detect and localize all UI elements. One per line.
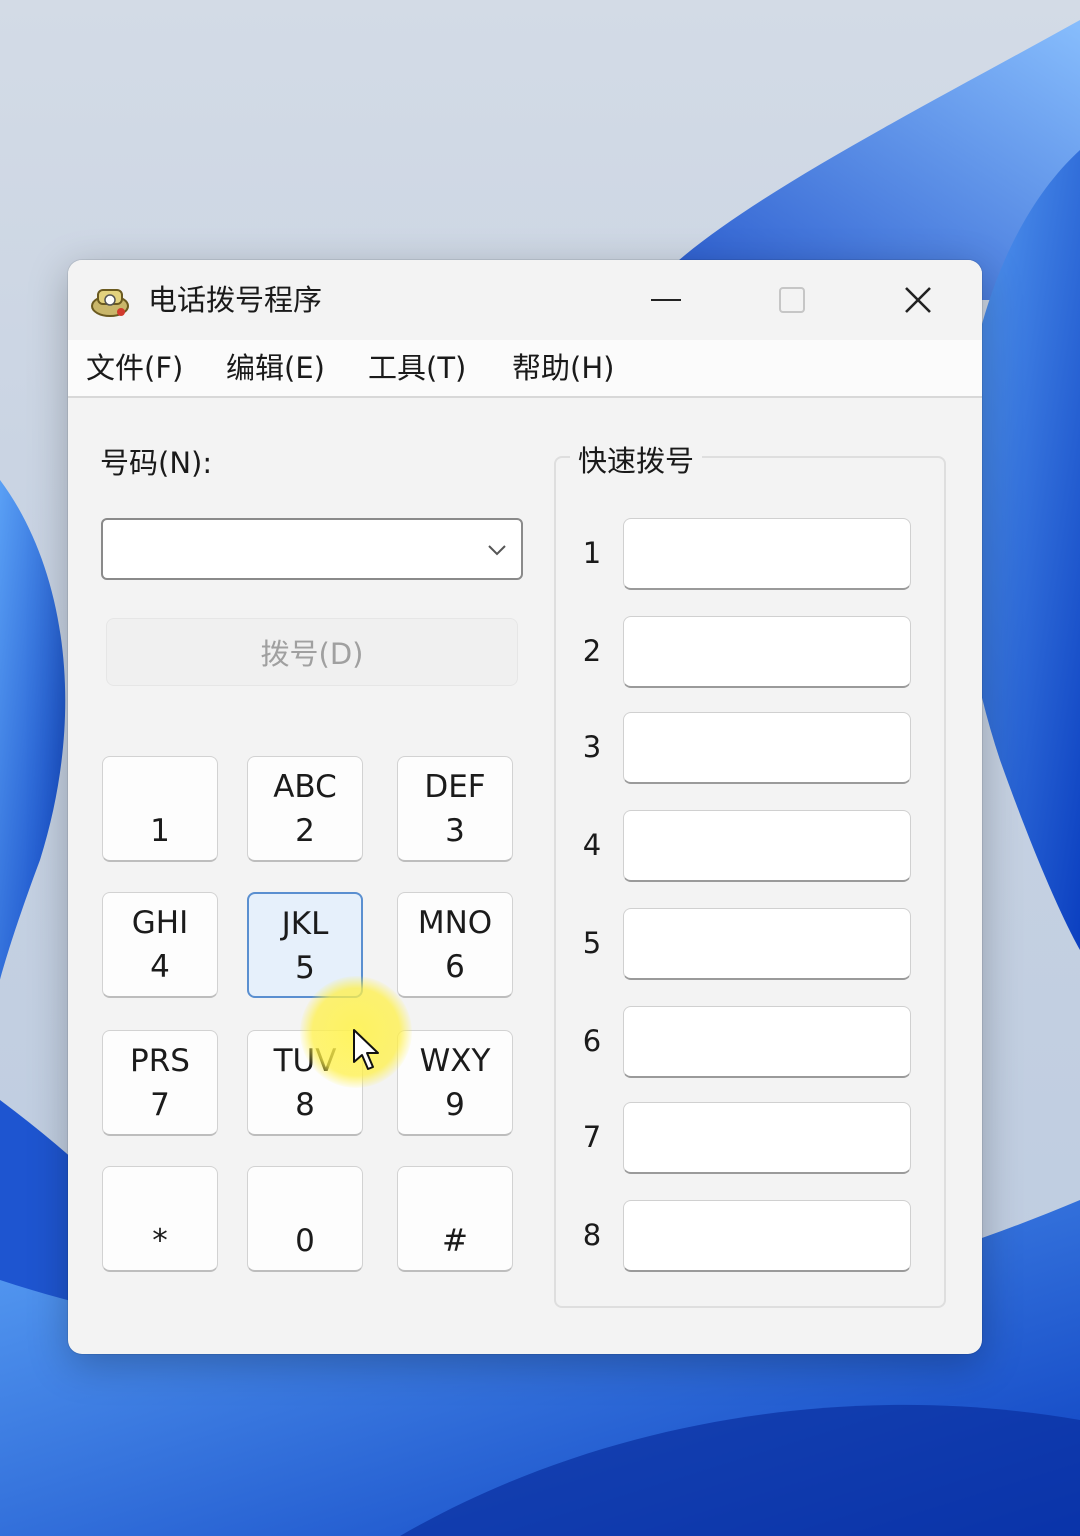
speed-dial-number: 4 bbox=[582, 828, 602, 862]
phone-dialer-app-icon bbox=[91, 289, 129, 317]
key-digit: 3 bbox=[445, 813, 465, 849]
number-combobox[interactable] bbox=[101, 518, 523, 580]
key-digit: 1 bbox=[150, 813, 170, 849]
mouse-pointer-icon bbox=[353, 1029, 379, 1070]
key-digit: 7 bbox=[150, 1087, 170, 1123]
speed-dial-button-8[interactable] bbox=[623, 1200, 911, 1272]
key-digit: 9 bbox=[445, 1087, 465, 1123]
minimize-button[interactable] bbox=[604, 260, 728, 340]
speed-dial-button-2[interactable] bbox=[623, 616, 911, 688]
key-digit: 4 bbox=[150, 949, 170, 985]
key-letters: DEF bbox=[424, 769, 486, 805]
menu-tools[interactable]: 工具(T) bbox=[368, 348, 466, 388]
speed-dial-number: 3 bbox=[582, 730, 602, 764]
menu-help[interactable]: 帮助(H) bbox=[512, 348, 614, 388]
dial-button[interactable]: 拨号(D) bbox=[106, 618, 518, 686]
phone-dialer-window: 电话拨号程序 文件(F) 编辑(E) 工具(T) 帮助(H) 号码(N): 拨号… bbox=[68, 260, 982, 1354]
keypad-key-6[interactable]: MNO 6 bbox=[397, 892, 513, 998]
maximize-icon bbox=[779, 287, 805, 313]
speed-dial-button-7[interactable] bbox=[623, 1102, 911, 1174]
speed-dial-title: 快速拨号 bbox=[570, 438, 703, 480]
close-button[interactable] bbox=[856, 260, 980, 340]
number-label: 号码(N): bbox=[100, 446, 213, 480]
window-title: 电话拨号程序 bbox=[148, 283, 323, 317]
keypad-key-1[interactable]: 1 bbox=[102, 756, 218, 862]
key-letters: WXY bbox=[419, 1043, 491, 1079]
speed-dial-number: 8 bbox=[582, 1218, 602, 1252]
key-letters: JKL bbox=[281, 906, 329, 942]
key-letters: MNO bbox=[417, 905, 493, 941]
key-digit: 0 bbox=[295, 1223, 315, 1259]
keypad-key-2[interactable]: ABC 2 bbox=[247, 756, 363, 862]
key-digit: 2 bbox=[295, 813, 315, 849]
key-digit: 8 bbox=[295, 1087, 315, 1123]
speed-dial-number: 7 bbox=[582, 1120, 602, 1154]
key-digit: 6 bbox=[445, 949, 465, 985]
key-letters: PRS bbox=[130, 1043, 190, 1079]
keypad-key-7[interactable]: PRS 7 bbox=[102, 1030, 218, 1136]
speed-dial-button-1[interactable] bbox=[623, 518, 911, 590]
key-letters: ABC bbox=[273, 769, 337, 805]
minimize-icon bbox=[651, 299, 681, 301]
keypad-key-star[interactable]: * bbox=[102, 1166, 218, 1272]
menu-edit[interactable]: 编辑(E) bbox=[226, 348, 325, 388]
key-digit: # bbox=[442, 1223, 468, 1259]
key-digit: * bbox=[152, 1223, 168, 1259]
speed-dial-button-5[interactable] bbox=[623, 908, 911, 980]
speed-dial-button-6[interactable] bbox=[623, 1006, 911, 1078]
close-icon bbox=[905, 287, 931, 313]
keypad-key-4[interactable]: GHI 4 bbox=[102, 892, 218, 998]
chevron-down-icon[interactable] bbox=[485, 538, 509, 562]
maximize-button[interactable] bbox=[730, 260, 854, 340]
speed-dial-number: 5 bbox=[582, 926, 602, 960]
speed-dial-button-4[interactable] bbox=[623, 810, 911, 882]
speed-dial-number: 1 bbox=[582, 536, 602, 570]
menu-bar: 文件(F) 编辑(E) 工具(T) 帮助(H) bbox=[68, 340, 982, 398]
key-letters: GHI bbox=[131, 905, 189, 941]
title-bar[interactable]: 电话拨号程序 bbox=[68, 260, 982, 340]
keypad-key-9[interactable]: WXY 9 bbox=[397, 1030, 513, 1136]
speed-dial-number: 2 bbox=[582, 634, 602, 668]
keypad-key-0[interactable]: 0 bbox=[247, 1166, 363, 1272]
speed-dial-number: 6 bbox=[582, 1024, 602, 1058]
keypad-key-3[interactable]: DEF 3 bbox=[397, 756, 513, 862]
speed-dial-button-3[interactable] bbox=[623, 712, 911, 784]
keypad-key-hash[interactable]: # bbox=[397, 1166, 513, 1272]
menu-file[interactable]: 文件(F) bbox=[86, 348, 183, 388]
